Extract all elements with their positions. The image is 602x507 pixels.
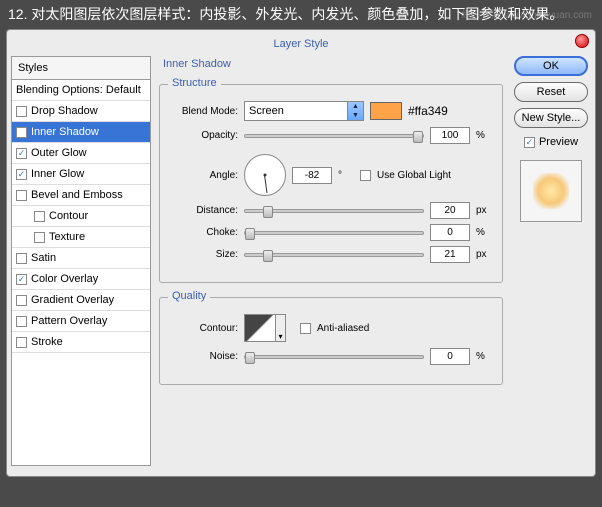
- distance-unit: px: [476, 205, 492, 216]
- checkbox-icon[interactable]: [16, 148, 27, 159]
- checkbox-icon[interactable]: [16, 337, 27, 348]
- checkbox-icon[interactable]: [16, 169, 27, 180]
- layer-style-dialog: Layer Style Styles Blending Options: Def…: [6, 29, 596, 477]
- style-label: Gradient Overlay: [31, 294, 114, 306]
- checkbox-icon[interactable]: [16, 127, 27, 138]
- ok-button[interactable]: OK: [514, 56, 588, 76]
- checkbox-icon[interactable]: [16, 295, 27, 306]
- global-light-checkbox[interactable]: [360, 170, 371, 181]
- choke-input[interactable]: [430, 224, 470, 241]
- global-light-label: Use Global Light: [377, 170, 451, 181]
- checkbox-icon[interactable]: [34, 232, 45, 243]
- blending-options-label: Blending Options: Default: [16, 84, 141, 96]
- style-row-outer-glow[interactable]: Outer Glow: [12, 143, 150, 164]
- choke-slider[interactable]: [244, 231, 424, 235]
- dialog-title: Layer Style: [273, 38, 328, 50]
- checkbox-icon[interactable]: [16, 253, 27, 264]
- style-label: Texture: [49, 231, 85, 243]
- contour-dropdown-icon[interactable]: ▾: [276, 314, 286, 342]
- distance-slider[interactable]: [244, 209, 424, 213]
- checkbox-icon[interactable]: [16, 274, 27, 285]
- style-row-texture[interactable]: Texture: [12, 227, 150, 248]
- opacity-label: Opacity:: [170, 130, 238, 141]
- color-hex: #ffa349: [408, 104, 448, 118]
- style-row-inner-glow[interactable]: Inner Glow: [12, 164, 150, 185]
- size-unit: px: [476, 249, 492, 260]
- angle-unit: °: [338, 170, 354, 181]
- blend-mode-value: Screen: [249, 105, 284, 117]
- structure-group: Structure Blend Mode: Screen ▲▼ #ffa349 …: [159, 84, 503, 283]
- checkbox-icon[interactable]: [16, 316, 27, 327]
- preview-label: Preview: [539, 136, 578, 148]
- style-row-inner-shadow[interactable]: Inner Shadow: [12, 122, 150, 143]
- style-label: Drop Shadow: [31, 105, 98, 117]
- noise-input[interactable]: [430, 348, 470, 365]
- style-row-color-overlay[interactable]: Color Overlay: [12, 269, 150, 290]
- contour-swatch[interactable]: [244, 314, 276, 342]
- checkbox-icon[interactable]: [16, 190, 27, 201]
- contour-label: Contour:: [170, 323, 238, 334]
- watermark: 缘设计源 www.missyuan.com: [461, 6, 592, 21]
- noise-slider[interactable]: [244, 355, 424, 359]
- dialog-titlebar: Layer Style: [11, 34, 591, 56]
- style-row-gradient-overlay[interactable]: Gradient Overlay: [12, 290, 150, 311]
- style-row-pattern-overlay[interactable]: Pattern Overlay: [12, 311, 150, 332]
- angle-input[interactable]: [292, 167, 332, 184]
- close-icon[interactable]: [575, 34, 589, 48]
- blending-options-row[interactable]: Blending Options: Default: [12, 80, 150, 101]
- style-label: Satin: [31, 252, 56, 264]
- style-label: Outer Glow: [31, 147, 87, 159]
- preview-checkbox[interactable]: [524, 137, 535, 148]
- style-label: Color Overlay: [31, 273, 98, 285]
- style-row-satin[interactable]: Satin: [12, 248, 150, 269]
- opacity-slider[interactable]: [244, 134, 424, 138]
- noise-label: Noise:: [170, 351, 238, 362]
- style-row-contour[interactable]: Contour: [12, 206, 150, 227]
- blend-mode-select[interactable]: Screen ▲▼: [244, 101, 364, 121]
- size-input[interactable]: [430, 246, 470, 263]
- styles-list-panel: Styles Blending Options: Default Drop Sh…: [11, 56, 151, 466]
- color-swatch[interactable]: [370, 102, 402, 120]
- choke-unit: %: [476, 227, 492, 238]
- quality-legend: Quality: [168, 290, 210, 302]
- size-slider[interactable]: [244, 253, 424, 257]
- preview-glow-icon: [533, 173, 569, 209]
- button-panel: OK Reset New Style... Preview: [511, 56, 591, 466]
- style-label: Stroke: [31, 336, 63, 348]
- opacity-input[interactable]: [430, 127, 470, 144]
- structure-legend: Structure: [168, 77, 221, 89]
- opacity-unit: %: [476, 130, 492, 141]
- style-row-stroke[interactable]: Stroke: [12, 332, 150, 353]
- style-label: Inner Shadow: [31, 126, 99, 138]
- reset-button[interactable]: Reset: [514, 82, 588, 102]
- style-row-drop-shadow[interactable]: Drop Shadow: [12, 101, 150, 122]
- blend-mode-label: Blend Mode:: [170, 106, 238, 117]
- distance-label: Distance:: [170, 205, 238, 216]
- size-label: Size:: [170, 249, 238, 260]
- angle-label: Angle:: [170, 170, 238, 181]
- select-stepper-icon[interactable]: ▲▼: [347, 102, 363, 120]
- quality-group: Quality Contour: ▾ Anti-aliased Noise: %: [159, 297, 503, 385]
- style-label: Inner Glow: [31, 168, 84, 180]
- styles-header[interactable]: Styles: [12, 57, 150, 80]
- checkbox-icon[interactable]: [16, 106, 27, 117]
- angle-dial[interactable]: [244, 154, 286, 196]
- style-label: Bevel and Emboss: [31, 189, 123, 201]
- settings-panel: Inner Shadow Structure Blend Mode: Scree…: [159, 56, 503, 466]
- anti-aliased-label: Anti-aliased: [317, 323, 369, 334]
- preview-thumbnail: [520, 160, 582, 222]
- new-style-button[interactable]: New Style...: [514, 108, 588, 128]
- choke-label: Choke:: [170, 227, 238, 238]
- style-row-bevel-emboss[interactable]: Bevel and Emboss: [12, 185, 150, 206]
- style-label: Contour: [49, 210, 88, 222]
- effect-title: Inner Shadow: [163, 58, 503, 70]
- checkbox-icon[interactable]: [34, 211, 45, 222]
- noise-unit: %: [476, 351, 492, 362]
- distance-input[interactable]: [430, 202, 470, 219]
- anti-aliased-checkbox[interactable]: [300, 323, 311, 334]
- style-label: Pattern Overlay: [31, 315, 107, 327]
